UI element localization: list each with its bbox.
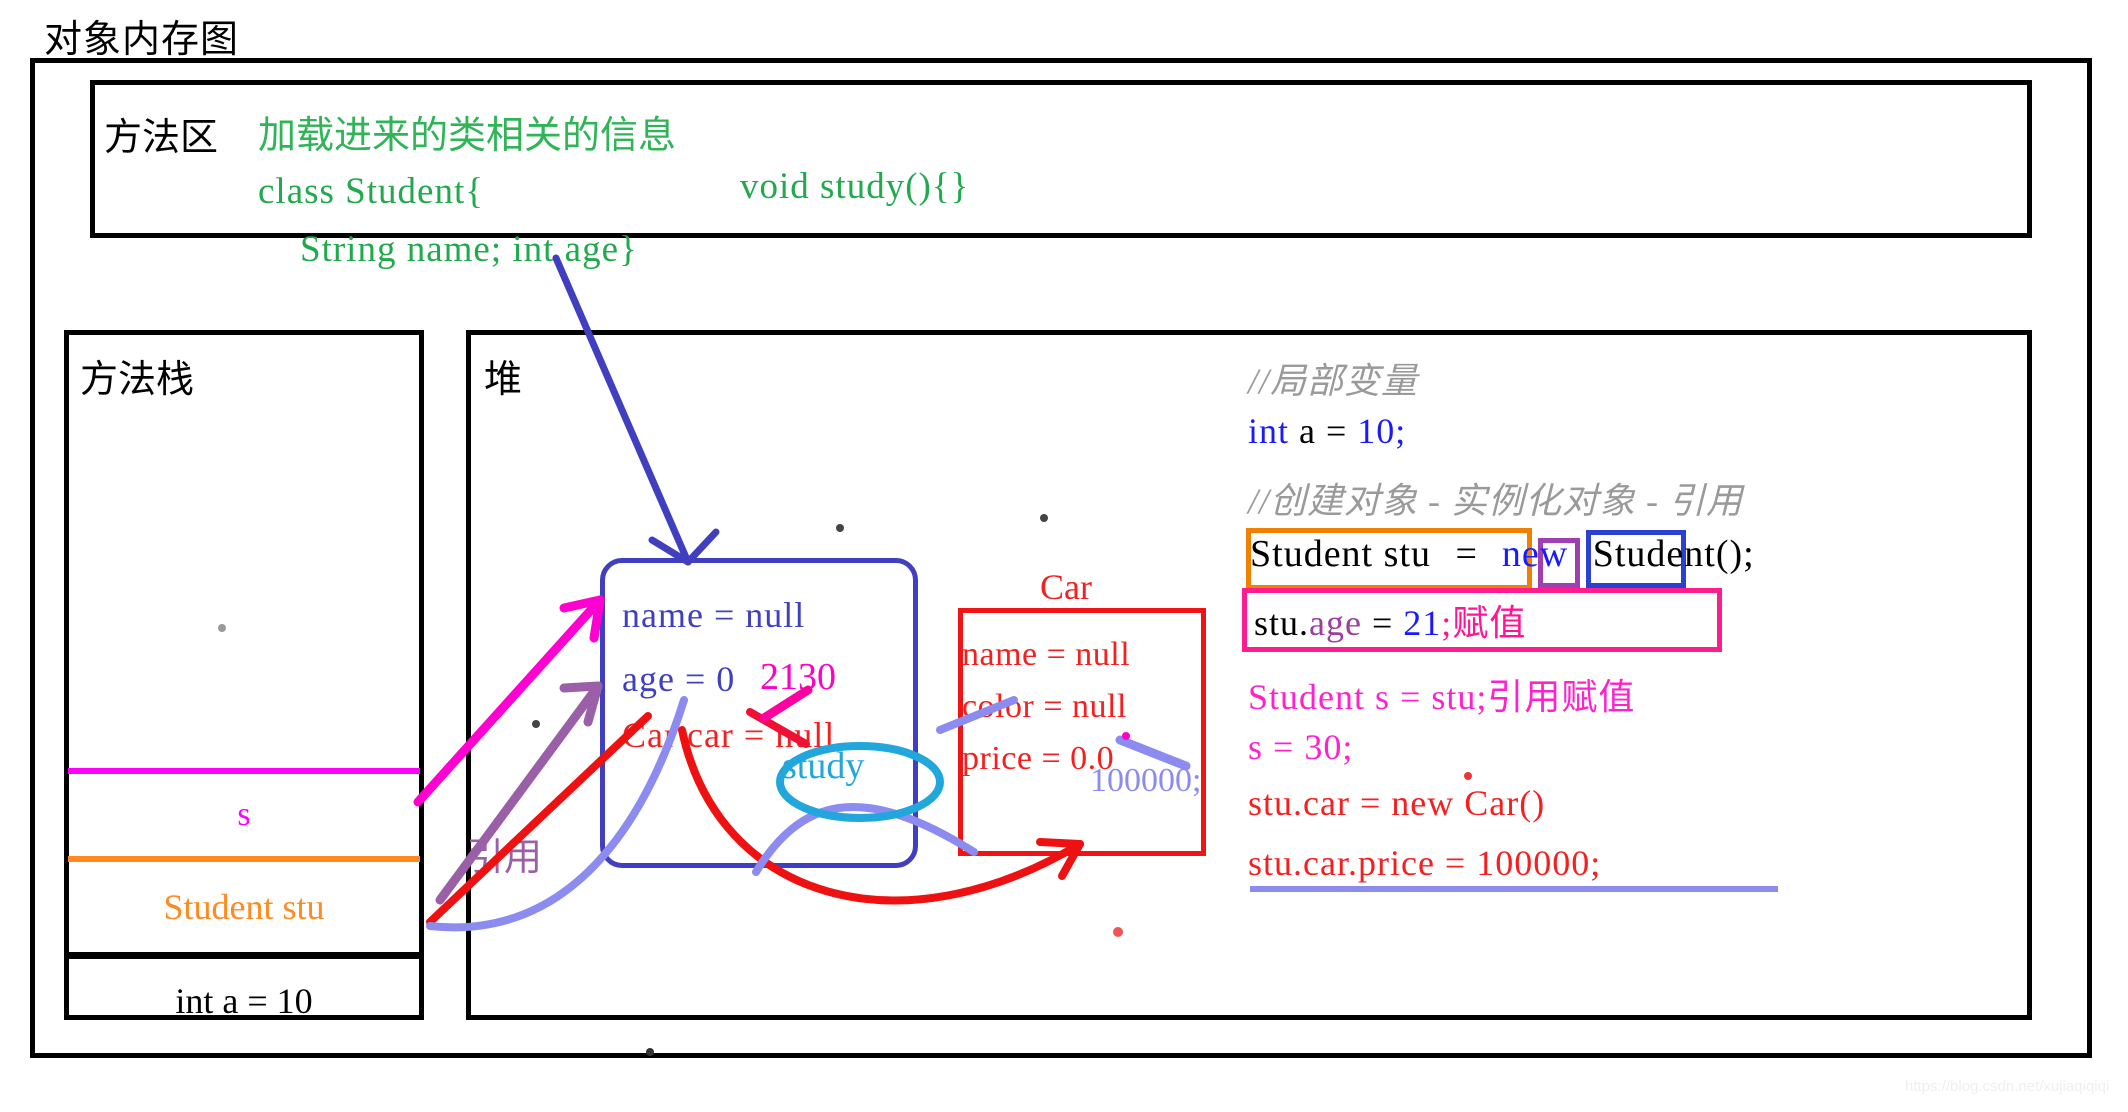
student-method-study: study bbox=[782, 745, 865, 787]
code-student-stu-decl: Student stu bbox=[1250, 533, 1442, 575]
method-area-label: 方法区 bbox=[104, 117, 219, 159]
code-comment-create-object: //创建对象 - 实例化对象 - 引用 bbox=[1248, 481, 1743, 521]
code-keyword-int: int bbox=[1248, 411, 1290, 451]
stack-divider-black bbox=[68, 952, 420, 959]
car-field-color: color = null bbox=[962, 688, 1127, 725]
method-area-note: 加载进来的类相关的信息 bbox=[258, 115, 677, 157]
code-line-stu-age: stu.age = 21;赋值 bbox=[1254, 594, 1526, 646]
stack-slot-s: s bbox=[237, 796, 251, 833]
code-stu-age-field: age bbox=[1309, 603, 1362, 643]
method-area-code-fields: String name; int age} bbox=[300, 229, 638, 270]
code-line-int-a: int a = 10; bbox=[1248, 410, 1406, 452]
code-line-stu-car: stu.car = new Car() bbox=[1248, 783, 1546, 823]
code-stu-age-note: 赋值 bbox=[1452, 603, 1527, 643]
student-field-age: age = 0 bbox=[622, 659, 736, 699]
page-title: 对象内存图 bbox=[44, 19, 240, 61]
underline-stu-car-price bbox=[1250, 886, 1778, 892]
code-student-ctor: Student(); bbox=[1582, 533, 1755, 575]
code-stu-age-value: 21 bbox=[1403, 603, 1442, 643]
code-int-a-semicolon: ; bbox=[1395, 411, 1407, 451]
annotation-reference-label: 引用 bbox=[466, 837, 543, 879]
stack-slot-int-a: int a = 10 bbox=[175, 981, 313, 1021]
watermark: https://blog.csdn.net/xujiaqiqiqi bbox=[1905, 1078, 2110, 1095]
student-field-age-value-21: 21 bbox=[760, 656, 798, 698]
code-line-student-s: Student s = stu;引用赋值 bbox=[1248, 677, 1636, 717]
heap-label: 堆 bbox=[484, 359, 523, 401]
code-stu-age-semicolon: ; bbox=[1441, 603, 1453, 643]
student-field-age-value-30: 30 bbox=[798, 656, 836, 698]
method-area-code-method: void study(){} bbox=[740, 166, 970, 207]
stack-divider-magenta bbox=[68, 768, 420, 774]
code-int-a-value: 10 bbox=[1357, 411, 1396, 451]
code-line-s-30: s = 30; bbox=[1248, 727, 1354, 767]
code-line-stu-car-price: stu.car.price = 100000; bbox=[1248, 843, 1602, 883]
car-field-price-value: 100000; bbox=[1090, 762, 1202, 799]
student-field-name: name = null bbox=[622, 595, 806, 635]
stack-slot-student-stu: Student stu bbox=[163, 887, 325, 927]
code-int-a-mid: a = bbox=[1289, 411, 1358, 451]
method-stack-label: 方法栈 bbox=[80, 359, 195, 401]
code-assign-operator: = bbox=[1455, 533, 1478, 575]
code-stu-age-object: stu. bbox=[1254, 603, 1310, 643]
method-area-code-class-decl: class Student{ bbox=[258, 171, 484, 212]
code-keyword-new: new bbox=[1501, 533, 1569, 575]
code-line-new-student: Student stu = new Student(); bbox=[1250, 532, 1755, 576]
stack-divider-orange bbox=[68, 856, 420, 862]
car-field-name: name = null bbox=[962, 636, 1131, 673]
code-stu-age-eq: = bbox=[1361, 603, 1404, 643]
car-object-title: Car bbox=[1040, 567, 1092, 607]
code-comment-local-var: //局部变量 bbox=[1248, 361, 1419, 401]
